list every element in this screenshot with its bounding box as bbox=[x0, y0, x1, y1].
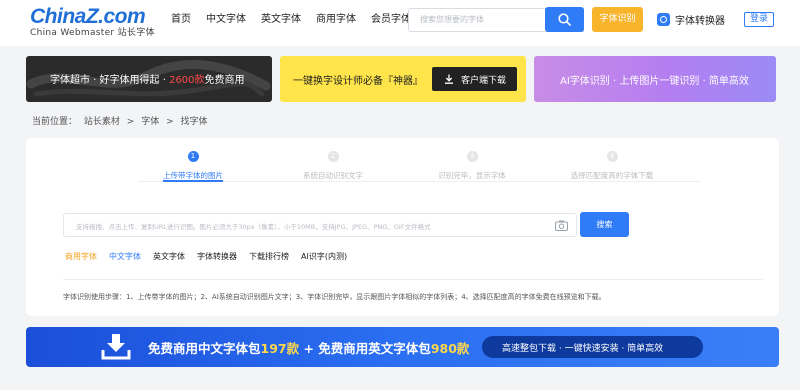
tag-commercial-fonts[interactable]: 商用字体 bbox=[65, 251, 97, 262]
breadcrumb-separator: > bbox=[166, 117, 174, 127]
nav-home[interactable]: 首页 bbox=[171, 13, 191, 27]
breadcrumb-prefix: 当前位置： bbox=[32, 117, 78, 127]
promo-banner-ai-recognition[interactable]: AI字体识别 · 上传图片一键识别 · 简单高效 bbox=[534, 56, 776, 102]
tag-ai-recognition-beta[interactable]: AI识字(内测) bbox=[301, 251, 347, 262]
nav-commercial-fonts[interactable]: 商用字体 bbox=[316, 13, 356, 27]
search-placeholder: 搜索您想要的字体 bbox=[420, 15, 484, 24]
banner1-prefix: 字体超市 · 好字体用得起 · bbox=[50, 75, 170, 86]
nav-chinese-fonts[interactable]: 中文字体 bbox=[206, 13, 246, 27]
site-logo[interactable]: ChinaZ.com China Webmaster 站长字体 bbox=[30, 5, 155, 40]
step-4-number: 4 bbox=[606, 151, 618, 162]
pack-cn-count: 197款 bbox=[260, 341, 300, 356]
image-upload-input[interactable]: 支持拖拽、点击上传、复制URL进行识图。图片必须大于30px（像素），小于10M… bbox=[63, 213, 577, 237]
breadcrumb-link-material[interactable]: 站长素材 bbox=[84, 117, 120, 127]
banner1-suffix: 免费商用 bbox=[204, 75, 245, 86]
step-1: 1 上传带字体的图片 bbox=[133, 151, 253, 181]
step-2-number: 2 bbox=[327, 151, 339, 162]
nav-member-fonts[interactable]: 会员字体 bbox=[371, 13, 411, 27]
step-4-label: 选择匹配度高的字体下载 bbox=[570, 171, 654, 180]
step-4: 4 选择匹配度高的字体下载 bbox=[552, 151, 672, 181]
step-1-label: 上传带字体的图片 bbox=[163, 171, 223, 180]
tag-font-converter[interactable]: 字体转换器 bbox=[197, 251, 237, 262]
breadcrumb: 当前位置： 站长素材 > 字体 > 找字体 bbox=[32, 114, 212, 127]
font-recognition-button[interactable]: 字体识别 bbox=[592, 7, 643, 32]
camera-icon[interactable] bbox=[555, 220, 568, 231]
font-converter-link[interactable]: 字体转换器 bbox=[657, 12, 725, 27]
font-pack-pill-label: 高速整包下载 · 一键快速安装 · 简单高效 bbox=[502, 344, 664, 354]
promo-banner-client[interactable]: 一键换字设计师必备『神器』 客户端下载 bbox=[280, 56, 526, 102]
quick-tags: 商用字体 中文字体 英文字体 字体转换器 下载排行榜 AI识字(内测) bbox=[65, 251, 359, 262]
logo-subtitle: China Webmaster 站长字体 bbox=[30, 28, 155, 38]
main-nav: 首页 中文字体 英文字体 商用字体 会员字体 bbox=[171, 13, 426, 27]
client-download-label: 客户端下载 bbox=[461, 76, 507, 86]
step-3: 3 识别完毕，显示字体 bbox=[412, 151, 532, 181]
font-pack-download-pill[interactable]: 高速整包下载 · 一键快速安装 · 简单高效 bbox=[482, 336, 703, 358]
nav-english-fonts[interactable]: 英文字体 bbox=[261, 13, 301, 27]
header-search-button[interactable] bbox=[545, 7, 584, 32]
breadcrumb-current: 找字体 bbox=[180, 117, 208, 127]
banner3-text: AI字体识别 · 上传图片一键识别 · 简单高效 bbox=[560, 76, 749, 87]
pack-en-count: 980款 bbox=[430, 341, 470, 356]
breadcrumb-link-fonts[interactable]: 字体 bbox=[141, 117, 159, 127]
banner1-text: 字体超市 · 好字体用得起 · 2600款免费商用 bbox=[50, 71, 245, 86]
tag-chinese-fonts[interactable]: 中文字体 bbox=[109, 251, 141, 262]
tag-english-fonts[interactable]: 英文字体 bbox=[153, 251, 185, 262]
download-box-icon bbox=[101, 334, 131, 360]
breadcrumb-separator: > bbox=[126, 117, 135, 127]
banner1-highlight: 2600款 bbox=[169, 75, 205, 86]
pack-en-label: 免费商用英文字体包 bbox=[318, 341, 431, 356]
tag-download-ranking[interactable]: 下载排行榜 bbox=[249, 251, 289, 262]
usage-steps-description: 字体识别使用步骤：1、上传带字体的图片；2、AI系统自动识别图片文字；3、字体识… bbox=[63, 293, 606, 301]
step-3-number: 3 bbox=[466, 151, 478, 162]
banner2-text: 一键换字设计师必备『神器』 bbox=[293, 76, 423, 87]
step-2: 2 系统自动识别文字 bbox=[273, 151, 393, 181]
pack-plus: + bbox=[299, 341, 319, 356]
upload-placeholder: 支持拖拽、点击上传、复制URL进行识图。图片必须大于30px（像素），小于10M… bbox=[76, 223, 431, 231]
pack-cn-label: 免费商用中文字体包 bbox=[148, 341, 261, 356]
download-icon bbox=[445, 74, 453, 84]
font-recognition-panel: 1 上传带字体的图片 2 系统自动识别文字 3 识别完毕，显示字体 4 选择匹配… bbox=[26, 138, 779, 316]
font-pack-text: 免费商用中文字体包197款 + 免费商用英文字体包980款 bbox=[148, 338, 469, 357]
step-3-label: 识别完毕，显示字体 bbox=[438, 171, 506, 180]
search-icon bbox=[558, 13, 571, 26]
converter-icon bbox=[657, 13, 670, 26]
step-1-number: 1 bbox=[187, 151, 199, 162]
logo-wordmark: ChinaZ.com bbox=[30, 5, 146, 28]
client-download-button[interactable]: 客户端下载 bbox=[432, 67, 517, 91]
login-button[interactable]: 登录 bbox=[744, 12, 774, 27]
font-pack-banner[interactable]: 免费商用中文字体包197款 + 免费商用英文字体包980款 高速整包下载 · 一… bbox=[26, 327, 779, 367]
top-header: ChinaZ.com China Webmaster 站长字体 首页 中文字体 … bbox=[0, 0, 800, 46]
divider bbox=[63, 279, 763, 280]
converter-label: 字体转换器 bbox=[675, 16, 725, 27]
promo-banner-font-market[interactable]: 字体超市 · 好字体用得起 · 2600款免费商用 bbox=[26, 56, 272, 102]
recognize-search-button[interactable]: 搜索 bbox=[580, 212, 629, 237]
step-2-label: 系统自动识别文字 bbox=[303, 171, 363, 180]
